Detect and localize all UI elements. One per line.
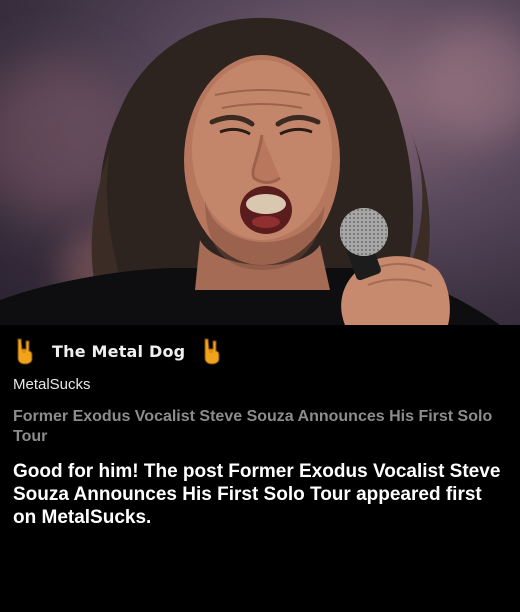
post-source[interactable]: MetalSucks bbox=[13, 376, 91, 393]
singer-photo bbox=[0, 17, 500, 325]
article-hero-image[interactable] bbox=[0, 0, 520, 325]
post-headline[interactable]: Former Exodus Vocalist Steve Souza Annou… bbox=[13, 407, 493, 447]
rock-horns-icon bbox=[201, 337, 223, 365]
rock-horns-icon bbox=[14, 337, 36, 365]
feed-title[interactable]: The Metal Dog bbox=[52, 342, 185, 361]
post-body: Good for him! The post Former Exodus Voc… bbox=[13, 461, 501, 528]
feed-header[interactable]: The Metal Dog bbox=[14, 336, 223, 366]
